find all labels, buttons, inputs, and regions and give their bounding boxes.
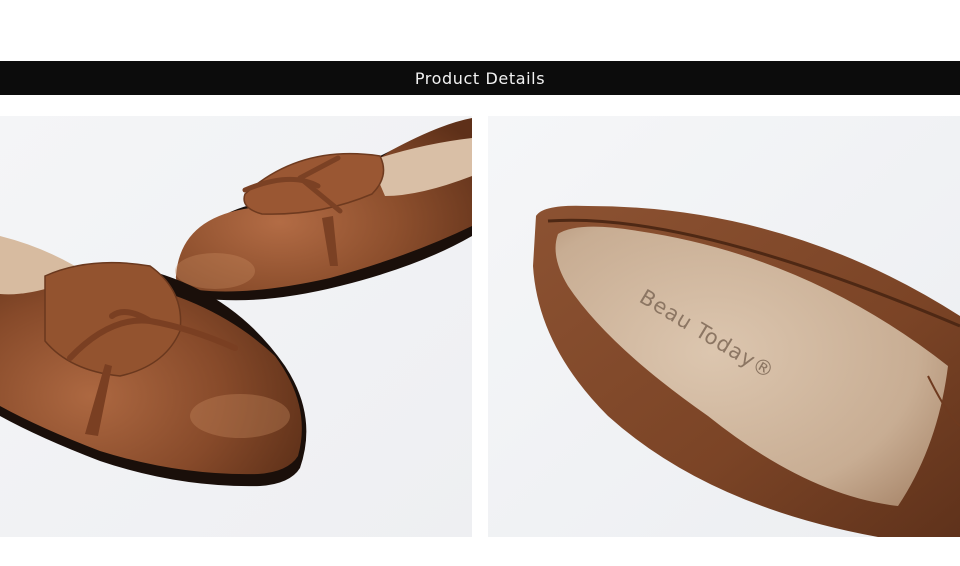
insole-closeup-photo: Beau Today® bbox=[488, 116, 960, 537]
section-banner: Product Details bbox=[0, 61, 960, 95]
banner-title: Product Details bbox=[414, 68, 546, 88]
loafer-pair-photo bbox=[0, 116, 472, 537]
